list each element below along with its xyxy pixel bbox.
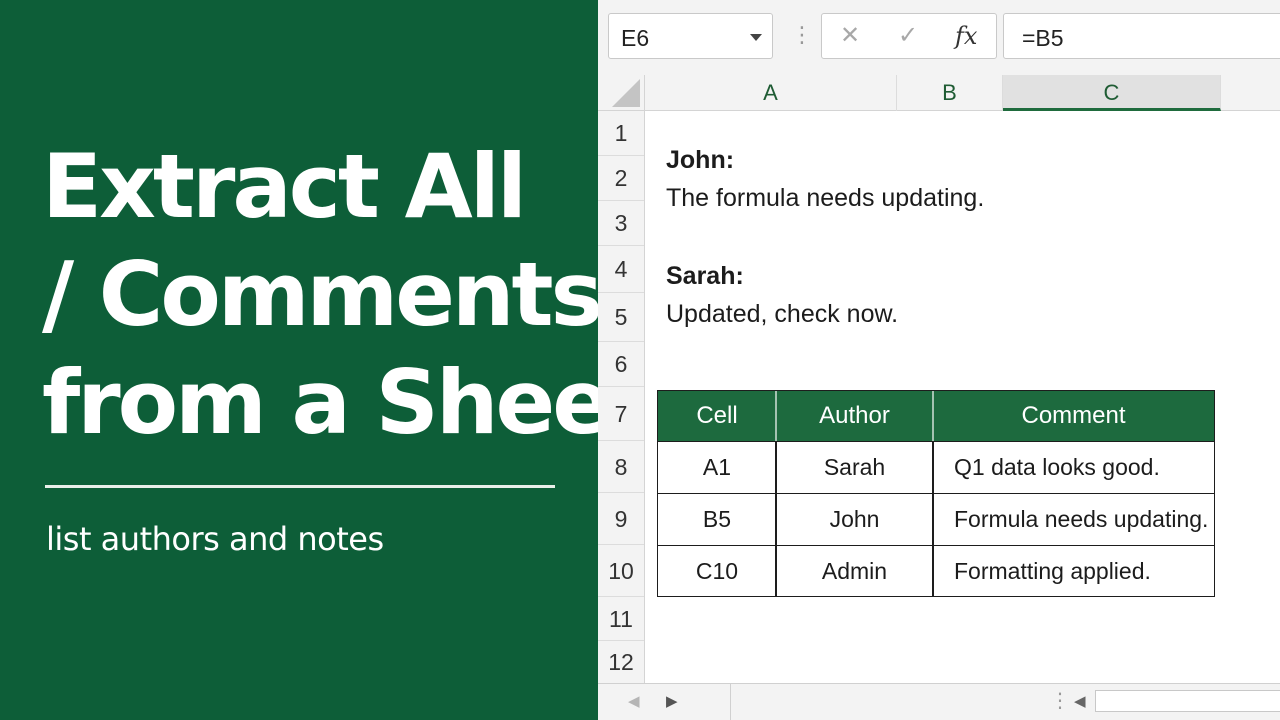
- table-cell-author[interactable]: Admin: [776, 545, 933, 597]
- row-header-column: 1 2 3 4 5 6 7 8 9 10 11 12: [598, 111, 645, 683]
- row-header[interactable]: 9: [598, 493, 644, 545]
- cell-a5-comment[interactable]: Updated, check now.: [666, 300, 898, 329]
- column-divider: [932, 441, 934, 596]
- row-header[interactable]: 7: [598, 387, 644, 441]
- horizontal-scrollbar[interactable]: [1095, 690, 1280, 712]
- table-cell-ref[interactable]: B5: [658, 493, 776, 545]
- table-cell-comment[interactable]: Formatting applied.: [954, 545, 1214, 597]
- row-header[interactable]: 1: [598, 111, 644, 156]
- table-cell-ref[interactable]: A1: [658, 441, 776, 493]
- table-cell-comment[interactable]: Q1 data looks good.: [954, 441, 1214, 493]
- row-header[interactable]: 12: [598, 641, 644, 683]
- name-box[interactable]: E6: [608, 13, 773, 59]
- cancel-icon[interactable]: ✕: [840, 22, 860, 50]
- formula-input[interactable]: =B5: [1003, 13, 1280, 59]
- cell-a4-author[interactable]: Sarah:: [666, 262, 744, 291]
- cell-a2-author[interactable]: John:: [666, 146, 734, 175]
- scroll-left-icon[interactable]: ◀: [1074, 692, 1086, 710]
- formula-actions: ✕ ✓ fx: [821, 13, 997, 59]
- title-line-2: / Comments /: [42, 243, 660, 346]
- row-header[interactable]: 10: [598, 545, 644, 597]
- drag-handle-icon[interactable]: ⋮: [791, 24, 813, 46]
- row-header[interactable]: 3: [598, 201, 644, 246]
- header-divider: [775, 391, 777, 441]
- row-header[interactable]: 8: [598, 441, 644, 493]
- column-header-b[interactable]: B: [897, 75, 1003, 111]
- subtitle: list authors and notes: [46, 520, 384, 558]
- select-all-button[interactable]: [598, 75, 645, 111]
- table-cell-ref[interactable]: C10: [658, 545, 776, 597]
- row-header[interactable]: 2: [598, 156, 644, 201]
- name-box-value: E6: [621, 25, 650, 51]
- spreadsheet: E6 ⋮ ✕ ✓ fx =B5 A B C 1 2 3 4 5 6 7 8 9 …: [598, 0, 1280, 720]
- header-divider: [932, 391, 934, 441]
- row-header[interactable]: 5: [598, 293, 644, 342]
- select-all-icon: [612, 79, 640, 107]
- row-header[interactable]: 4: [598, 246, 644, 293]
- table-header-author: Author: [776, 391, 933, 441]
- title-divider: [45, 485, 555, 488]
- row-header[interactable]: 11: [598, 597, 644, 641]
- column-divider: [775, 441, 777, 596]
- sheet-navigation: ◀ ▶: [598, 684, 731, 720]
- table-header-cell: Cell: [658, 391, 776, 441]
- table-cell-comment[interactable]: Formula needs updating.: [954, 493, 1214, 545]
- column-header-row: A B C: [598, 75, 1280, 111]
- column-header-a[interactable]: A: [645, 75, 897, 111]
- formula-bar: E6 ⋮ ✕ ✓ fx =B5: [598, 0, 1280, 75]
- table-cell-author[interactable]: John: [776, 493, 933, 545]
- row-header[interactable]: 6: [598, 342, 644, 387]
- table-cell-author[interactable]: Sarah: [776, 441, 933, 493]
- next-sheet-icon[interactable]: ▶: [666, 692, 678, 710]
- split-handle-icon[interactable]: ⋮: [1050, 688, 1070, 713]
- sheet-status-bar: ◀ ▶ ⋮ ◀: [598, 683, 1280, 720]
- title-line-1: Extract All: [42, 135, 527, 238]
- formula-value: =B5: [1022, 25, 1064, 51]
- comments-table: Cell Author Comment A1 Sarah Q1 data loo…: [657, 390, 1215, 597]
- insert-function-icon[interactable]: fx: [955, 22, 977, 50]
- title-line-3: from a Sheet: [42, 351, 651, 454]
- table-header-comment: Comment: [933, 391, 1214, 441]
- column-header-c[interactable]: C: [1003, 75, 1221, 111]
- confirm-icon[interactable]: ✓: [898, 22, 918, 50]
- cell-a3-comment[interactable]: The formula needs updating.: [666, 184, 984, 213]
- hero-panel: Extract All / Comments / from a Sheet li…: [0, 0, 660, 720]
- previous-sheet-icon[interactable]: ◀: [628, 692, 640, 710]
- chevron-down-icon[interactable]: [750, 34, 762, 41]
